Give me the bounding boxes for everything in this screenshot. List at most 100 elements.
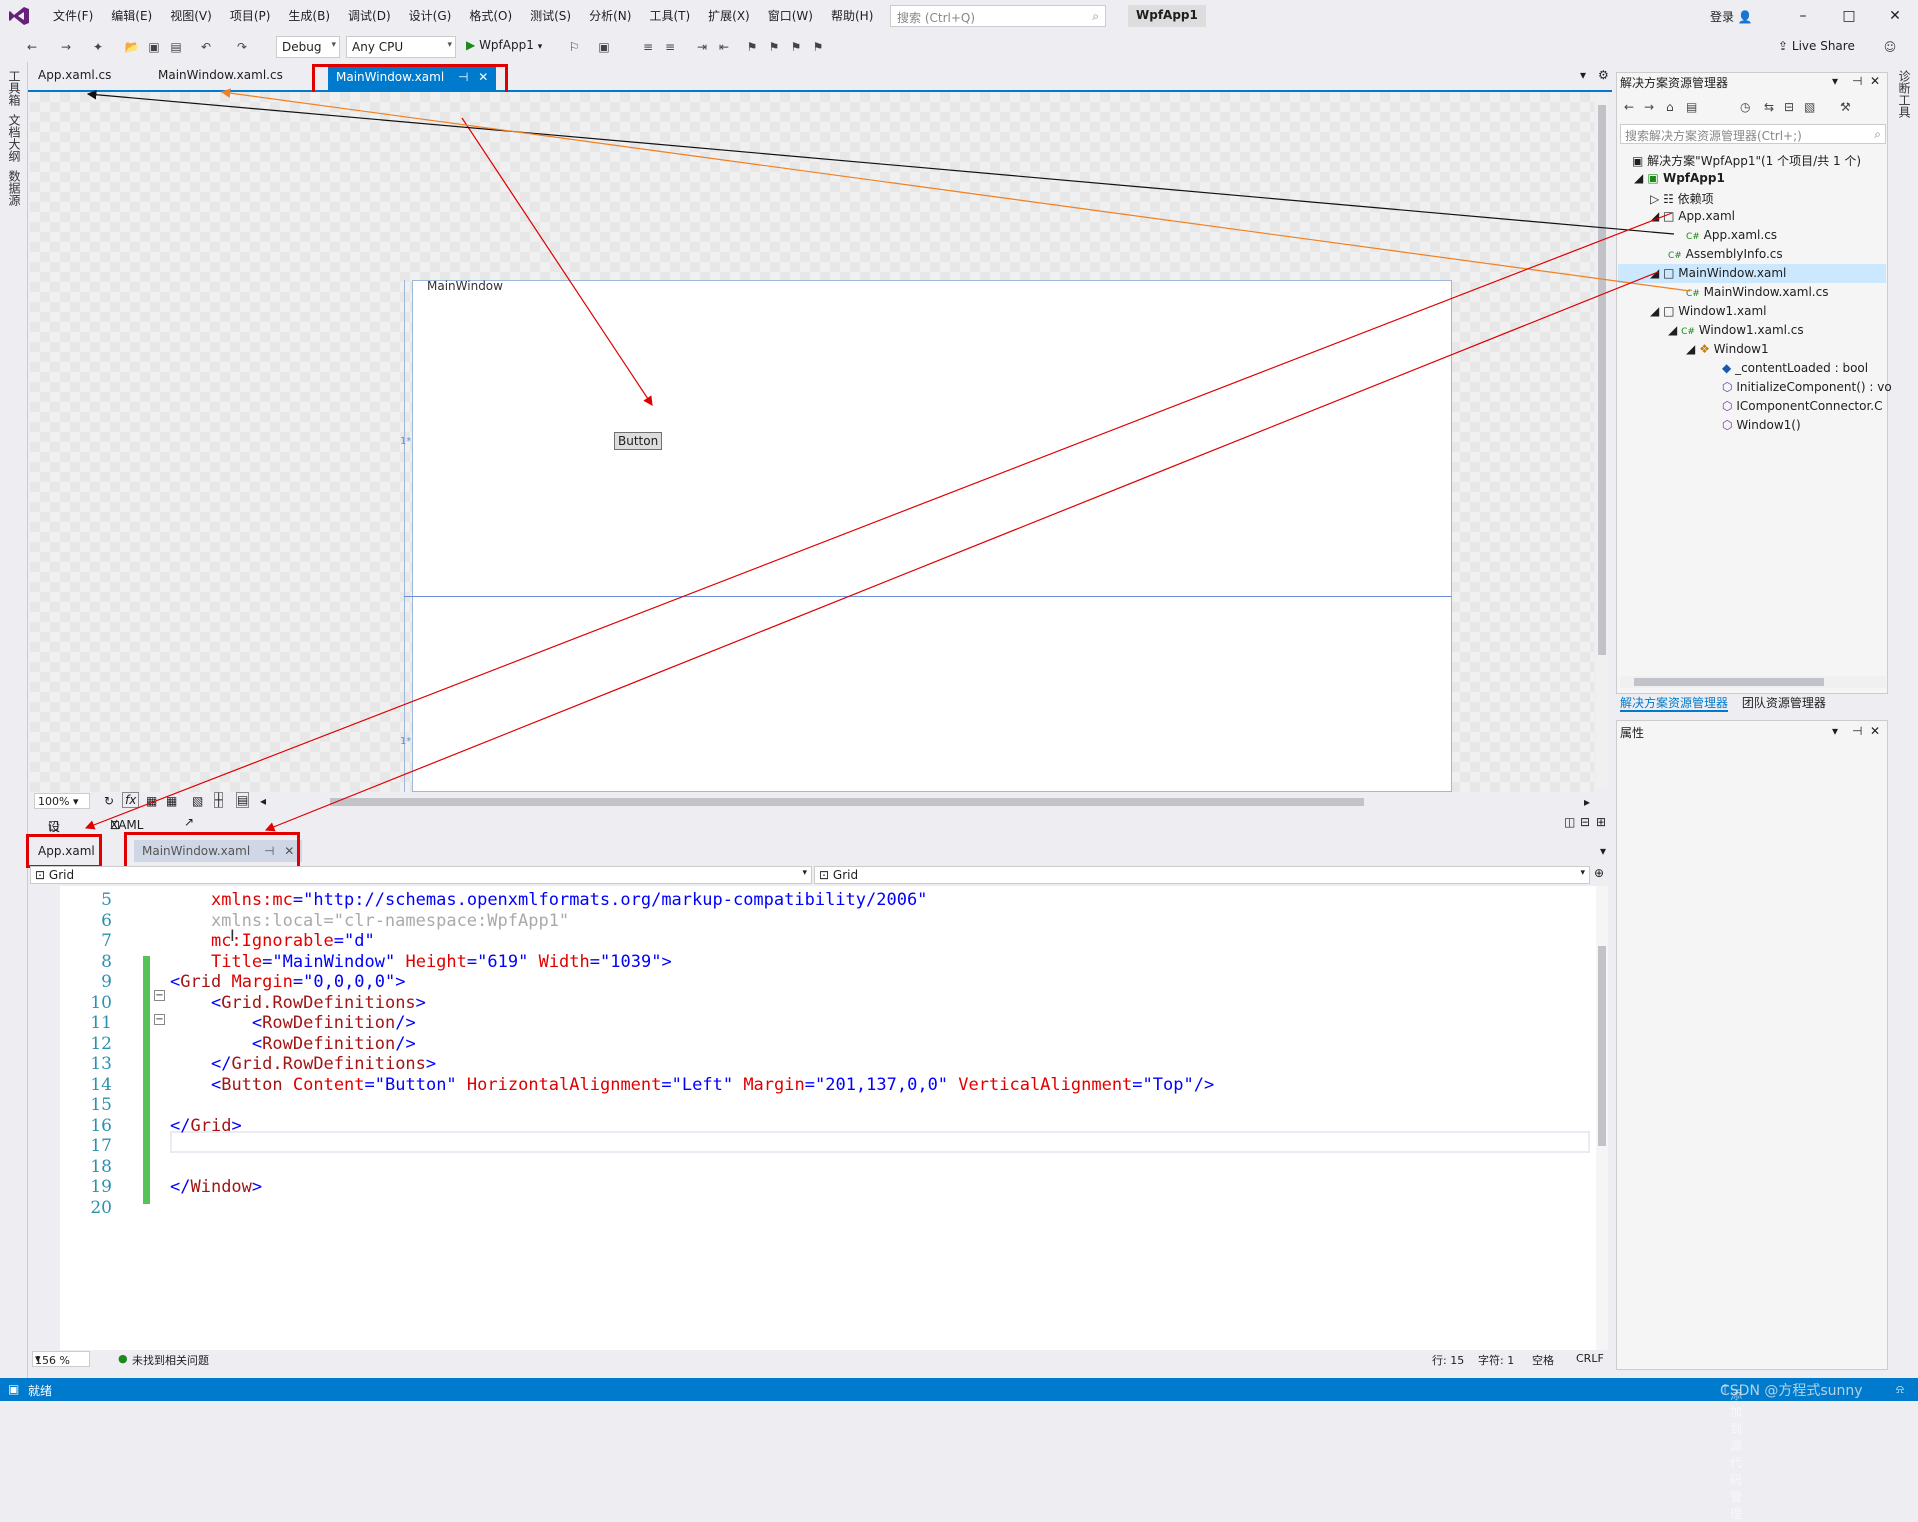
tab-mainwindow-xaml-cs[interactable]: MainWindow.xaml.cs bbox=[158, 68, 283, 82]
tree-item-method[interactable]: ⬡ Window1() bbox=[1722, 418, 1801, 432]
new-project-icon[interactable]: ✦ bbox=[90, 39, 106, 55]
tree-item-solution[interactable]: ▣ 解决方案"WpfApp1"(1 个项目/共 1 个) bbox=[1632, 152, 1861, 169]
pin-icon[interactable]: ⊣ bbox=[1852, 74, 1862, 88]
menu-format[interactable]: 格式(O) bbox=[460, 8, 521, 24]
next-bookmark-icon[interactable]: ⚑ bbox=[788, 39, 804, 55]
outdent-icon[interactable]: ⇤ bbox=[716, 39, 732, 55]
scroll-right-icon[interactable]: ▸ bbox=[1584, 795, 1590, 809]
indent-icon[interactable]: ⇥ bbox=[694, 39, 710, 55]
tree-item-method[interactable]: ⬡ InitializeComponent() : vo bbox=[1722, 380, 1892, 394]
tab-list-dropdown-icon[interactable]: ▾ bbox=[1600, 844, 1606, 858]
tree-item-window1-class[interactable]: ◢ ❖ Window1 bbox=[1686, 342, 1769, 356]
tree-item-window1-xaml-cs[interactable]: ◢ C# Window1.xaml.cs bbox=[1668, 323, 1804, 337]
feedback-icon[interactable]: ☺ bbox=[1882, 39, 1898, 55]
split-editor-icon[interactable]: ⊕ bbox=[1594, 866, 1604, 880]
designer-horizontal-scrollbar[interactable] bbox=[330, 798, 1364, 806]
show-all-files-icon[interactable]: ▧ bbox=[1804, 100, 1815, 114]
project-code-icon[interactable]: ▤ bbox=[236, 792, 250, 808]
pending-changes-icon[interactable]: ◷ bbox=[1740, 100, 1750, 114]
split-vertical-icon[interactable]: ◫ bbox=[1564, 815, 1575, 829]
solution-explorer-hscrollbar[interactable] bbox=[1620, 676, 1886, 688]
menu-view[interactable]: 视图(V) bbox=[161, 8, 221, 24]
notifications-bell-icon[interactable]: ⍾ bbox=[1896, 1382, 1904, 1397]
menu-design[interactable]: 设计(G) bbox=[400, 8, 461, 24]
menu-analyze[interactable]: 分析(N) bbox=[580, 8, 640, 24]
visual-studio-logo-icon[interactable] bbox=[8, 5, 30, 27]
collapse-pane-icon[interactable]: ⊞ bbox=[1596, 815, 1606, 829]
login-link[interactable]: 登录 👤 bbox=[1710, 8, 1753, 25]
find-in-files-icon[interactable]: ⚐ bbox=[566, 39, 582, 55]
chevron-down-icon[interactable]: ▾ bbox=[1832, 724, 1838, 738]
whitespace-status[interactable]: 空格 bbox=[1532, 1352, 1554, 1368]
tree-item-app-xaml[interactable]: ◢ □ App.xaml bbox=[1650, 209, 1735, 223]
toolbox-tab[interactable]: 工具箱 bbox=[6, 70, 23, 106]
chevron-down-icon[interactable]: ▾ bbox=[1832, 74, 1838, 88]
solution-explorer-search[interactable]: 搜索解决方案资源管理器(Ctrl+;) ⌕ bbox=[1620, 124, 1886, 144]
tree-item-dependencies[interactable]: ▷ ☷ 依赖项 bbox=[1650, 190, 1714, 207]
menu-build[interactable]: 生成(B) bbox=[279, 8, 339, 24]
close-icon[interactable]: ✕ bbox=[1870, 74, 1880, 88]
search-input[interactable]: 搜索 (Ctrl+Q) ⌕ bbox=[890, 5, 1106, 27]
tab-app-xaml-cs[interactable]: App.xaml.cs bbox=[38, 68, 111, 82]
tab-solution-explorer[interactable]: 解决方案资源管理器 bbox=[1620, 696, 1729, 712]
tree-item-field[interactable]: ◆ _contentLoaded : bool bbox=[1722, 361, 1868, 375]
prev-bookmark-icon[interactable]: ⚑ bbox=[766, 39, 782, 55]
element-navigation-right[interactable]: ⊡ Grid ▾ bbox=[814, 866, 1590, 884]
menu-test[interactable]: 测试(S) bbox=[521, 8, 580, 24]
menu-help[interactable]: 帮助(H) bbox=[822, 8, 882, 24]
home-icon[interactable]: ⌂ bbox=[1666, 100, 1674, 114]
grid-icon[interactable]: ▦ bbox=[146, 794, 157, 808]
menu-edit[interactable]: 编辑(E) bbox=[102, 8, 161, 24]
pin-icon[interactable]: ⊣ bbox=[1852, 724, 1862, 738]
switch-views-icon[interactable]: ▤ bbox=[1686, 100, 1697, 114]
scroll-thumb[interactable] bbox=[1598, 946, 1606, 1146]
tab-team-explorer[interactable]: 团队资源管理器 bbox=[1742, 696, 1826, 710]
element-navigation-left[interactable]: ⊡ Grid ▾ bbox=[30, 866, 812, 884]
undo-icon[interactable]: ↶ bbox=[198, 39, 214, 55]
menu-extensions[interactable]: 扩展(X) bbox=[699, 8, 759, 24]
back-icon[interactable]: ← bbox=[24, 39, 40, 55]
artboard-icon[interactable]: ▧ bbox=[192, 794, 203, 808]
line-ending-status[interactable]: CRLF bbox=[1576, 1352, 1604, 1365]
editor-zoom-select[interactable]: 156 % ▾ bbox=[32, 1351, 90, 1367]
diagnostic-tools-tab[interactable]: 诊断工具 bbox=[1896, 70, 1913, 118]
zoom-select[interactable]: 100% ▾ bbox=[34, 793, 90, 809]
row-size-marker[interactable]: 1* bbox=[400, 736, 411, 747]
open-file-icon[interactable]: 📂 bbox=[124, 39, 140, 55]
screenshot-icon[interactable]: ▣ bbox=[596, 39, 612, 55]
save-icon[interactable]: ▣ bbox=[146, 39, 162, 55]
menu-tools[interactable]: 工具(T) bbox=[640, 8, 699, 24]
scroll-left-icon[interactable]: ◂ bbox=[260, 794, 266, 808]
fx-icon[interactable]: fx bbox=[122, 792, 140, 808]
data-sources-tab[interactable]: 数据源 bbox=[6, 170, 23, 206]
close-icon[interactable]: ✕ bbox=[1872, 0, 1918, 32]
row-size-marker[interactable]: 1* bbox=[400, 436, 411, 447]
comment-icon[interactable]: ≡ bbox=[640, 39, 656, 55]
snap-lines-icon[interactable]: ┼ bbox=[214, 792, 224, 808]
designer-vertical-scrollbar[interactable] bbox=[1596, 95, 1608, 787]
menu-window[interactable]: 窗口(W) bbox=[759, 8, 822, 24]
scroll-thumb[interactable] bbox=[1598, 105, 1606, 655]
forward-icon[interactable]: → bbox=[1644, 100, 1654, 114]
designer-button-preview[interactable]: Button bbox=[614, 432, 663, 450]
tree-item-app-xaml-cs[interactable]: C# App.xaml.cs bbox=[1686, 228, 1777, 242]
menu-debug[interactable]: 调试(D) bbox=[339, 8, 400, 24]
forward-icon[interactable]: → bbox=[58, 39, 74, 55]
settings-gear-icon[interactable]: ⚙ bbox=[1598, 68, 1609, 82]
properties-wrench-icon[interactable]: ⚒ bbox=[1840, 100, 1851, 114]
platform-select[interactable]: Any CPU ▾ bbox=[346, 36, 456, 58]
row-divider-guide[interactable] bbox=[404, 596, 1452, 597]
document-outline-tab[interactable]: 文档大纲 bbox=[6, 114, 23, 162]
code-line[interactable]: 20 bbox=[60, 1198, 1596, 1223]
bookmark-icon[interactable]: ⚑ bbox=[744, 39, 760, 55]
tree-item-method[interactable]: ⬡ IComponentConnector.C bbox=[1722, 399, 1883, 413]
maximize-icon[interactable]: □ bbox=[1826, 0, 1872, 32]
sync-icon[interactable]: ⇆ bbox=[1764, 100, 1774, 114]
popout-icon[interactable]: ↗ bbox=[184, 815, 194, 829]
tree-item-mainwindow-xaml[interactable]: ◢ □ MainWindow.xaml bbox=[1650, 266, 1786, 280]
collapse-all-icon[interactable]: ⊟ bbox=[1784, 100, 1794, 114]
clear-bookmarks-icon[interactable]: ⚑ bbox=[810, 39, 826, 55]
refresh-icon[interactable]: ↻ bbox=[104, 794, 114, 808]
tree-item-window1-xaml[interactable]: ◢ □ Window1.xaml bbox=[1650, 304, 1766, 318]
close-icon[interactable]: ✕ bbox=[1870, 724, 1880, 738]
